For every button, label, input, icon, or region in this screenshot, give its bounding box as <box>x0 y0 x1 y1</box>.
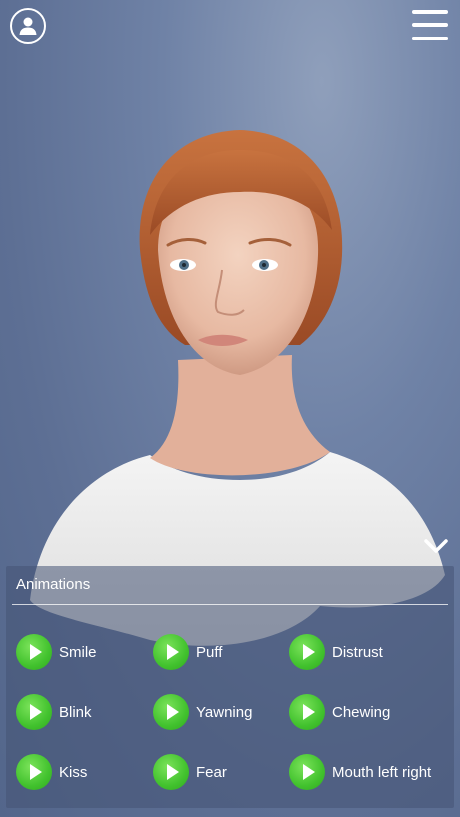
panel-divider <box>12 604 448 605</box>
play-icon[interactable] <box>16 634 52 670</box>
anim-label: Smile <box>59 643 97 661</box>
play-icon[interactable] <box>16 694 52 730</box>
play-icon[interactable] <box>153 754 189 790</box>
anim-label: Kiss <box>59 763 88 781</box>
anim-blink[interactable]: Blink <box>16 694 92 730</box>
chevron-down-icon <box>424 539 448 553</box>
play-icon[interactable] <box>289 634 325 670</box>
anim-kiss[interactable]: Kiss <box>16 754 87 790</box>
anim-yawning[interactable]: Yawning <box>153 694 252 730</box>
play-icon[interactable] <box>289 754 325 790</box>
anim-label: Puff <box>196 643 223 661</box>
panel-title: Animations <box>16 576 91 593</box>
anim-label: Fear <box>196 763 227 781</box>
anim-puff[interactable]: Puff <box>153 634 222 670</box>
animations-panel: Animations Smile Puff Distrust Blink Yaw… <box>6 566 454 808</box>
play-icon[interactable] <box>153 694 189 730</box>
play-icon[interactable] <box>16 754 52 790</box>
play-icon[interactable] <box>153 634 189 670</box>
anim-distrust[interactable]: Distrust <box>289 634 383 670</box>
anim-label: Blink <box>59 703 92 721</box>
anim-label: Mouth left right <box>332 763 432 781</box>
anim-label: Yawning <box>196 703 253 721</box>
collapse-panel-button[interactable] <box>422 534 450 558</box>
play-icon[interactable] <box>289 694 325 730</box>
anim-chewing[interactable]: Chewing <box>289 694 390 730</box>
anim-mouth-left-right[interactable]: Mouth left right <box>289 754 431 790</box>
anim-fear[interactable]: Fear <box>153 754 227 790</box>
anim-label: Distrust <box>332 643 383 661</box>
anim-label: Chewing <box>332 703 391 721</box>
anim-smile[interactable]: Smile <box>16 634 97 670</box>
